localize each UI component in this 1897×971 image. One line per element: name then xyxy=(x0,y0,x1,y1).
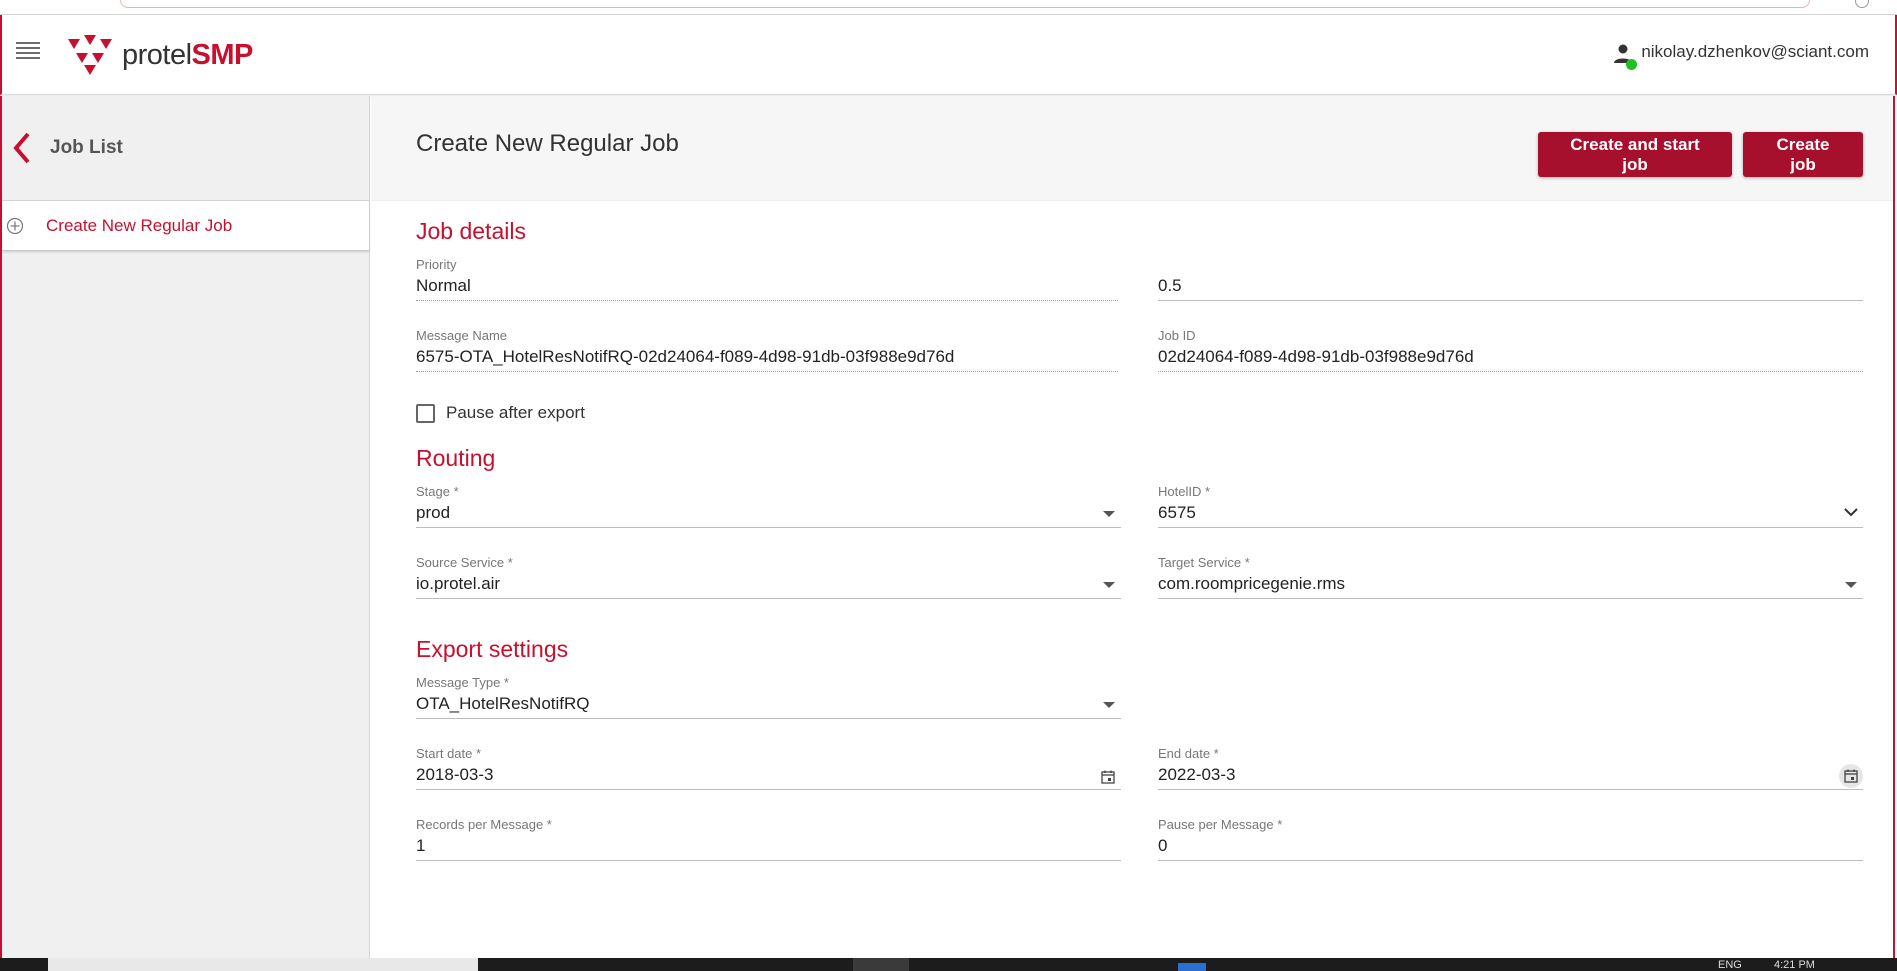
job-id-value: 02d24064-f089-4d98-91db-03f988e9d76d xyxy=(1158,344,1863,372)
priority-field[interactable]: Priority Normal xyxy=(416,257,1118,301)
pause-per-message-field[interactable]: Pause per Message * 0 xyxy=(1158,817,1863,861)
records-per-message-value: 1 xyxy=(416,833,1121,861)
stage-select[interactable]: Stage * prod xyxy=(416,484,1121,528)
chevron-left-icon xyxy=(13,132,30,164)
source-service-label: Source Service * xyxy=(416,555,513,570)
priority-label: Priority xyxy=(416,257,457,272)
taskbar-search[interactable] xyxy=(48,958,478,971)
records-per-message-label: Records per Message * xyxy=(416,817,552,832)
main-content: Create New Regular Job Create and start … xyxy=(371,96,1895,958)
hotel-id-value: 6575 xyxy=(1158,503,1196,522)
hotel-id-label: HotelID * xyxy=(1158,484,1211,499)
logo-text: protelSMP xyxy=(122,39,253,72)
stage-label: Stage * xyxy=(416,484,459,499)
end-date-value: 2022-03-3 xyxy=(1158,765,1236,784)
protel-logo-mark-icon xyxy=(68,35,112,75)
stage-value: prod xyxy=(416,503,451,522)
create-job-button[interactable]: Create job xyxy=(1743,132,1863,177)
export-settings-heading: Export settings xyxy=(416,636,569,662)
logo-text-bold: SMP xyxy=(191,38,254,71)
end-date-field[interactable]: End date * 2022-03-3 xyxy=(1158,746,1863,790)
records-per-message-field[interactable]: Records per Message * 1 xyxy=(416,817,1121,861)
end-date-label: End date * xyxy=(1158,746,1219,761)
message-type-select[interactable]: Message Type * OTA_HotelResNotifRQ xyxy=(416,675,1121,719)
chevron-down-icon[interactable] xyxy=(1843,506,1859,518)
protel-logo[interactable]: protelSMP xyxy=(66,33,253,77)
target-service-select[interactable]: Target Service * com.roompricegenie.rms xyxy=(1158,555,1863,599)
pause-after-export-checkbox[interactable] xyxy=(416,403,435,423)
app-header: protelSMP nikolay.dzhenkov@sciant.com xyxy=(0,15,1897,95)
sidebar-item-label: Create New Regular Job xyxy=(46,215,233,235)
sidebar-item-create-regular-job[interactable]: Create New Regular Job xyxy=(2,201,369,251)
job-id-field[interactable]: Job ID 02d24064-f089-4d98-91db-03f988e9d… xyxy=(1158,328,1863,372)
message-name-value: 6575-OTA_HotelResNotifRQ-02d24064-f089-4… xyxy=(416,344,1118,372)
source-service-value: io.protel.air xyxy=(416,574,501,593)
calendar-icon[interactable] xyxy=(1839,764,1863,788)
profile-icon[interactable] xyxy=(1855,0,1869,8)
logo-text-regular: protel xyxy=(122,38,192,71)
taskbar-app-icon[interactable] xyxy=(1178,963,1206,971)
job-id-label: Job ID xyxy=(1158,328,1196,343)
clock[interactable]: 4:21 PM xyxy=(1774,958,1815,971)
message-type-label: Message Type * xyxy=(416,675,509,690)
source-service-select[interactable]: Source Service * io.protel.air xyxy=(416,555,1121,599)
pause-per-message-value: 0 xyxy=(1158,833,1863,861)
online-status-indicator xyxy=(1626,59,1638,70)
priority-value: Normal xyxy=(416,273,1118,301)
job-details-heading: Job details xyxy=(416,218,526,244)
back-to-job-list[interactable]: Job List xyxy=(2,96,369,201)
start-date-value: 2018-03-3 xyxy=(416,765,494,784)
dropdown-arrow-icon xyxy=(1103,582,1115,588)
user-menu[interactable]: nikolay.dzhenkov@sciant.com xyxy=(1611,41,1869,70)
os-taskbar: ENG 4:21 PM xyxy=(0,958,1897,971)
hamburger-menu-icon[interactable] xyxy=(16,42,40,60)
calendar-icon[interactable] xyxy=(1101,770,1115,784)
start-date-field[interactable]: Start date * 2018-03-3 xyxy=(416,746,1121,790)
add-circle-icon xyxy=(6,217,24,234)
user-icon xyxy=(1611,41,1638,70)
priority-number-field[interactable]: 0.5 xyxy=(1158,257,1863,301)
target-service-label: Target Service * xyxy=(1158,555,1250,570)
dropdown-arrow-icon xyxy=(1103,511,1115,517)
user-email: nikolay.dzhenkov@sciant.com xyxy=(1641,42,1869,61)
routing-heading: Routing xyxy=(416,445,496,471)
page-title: Create New Regular Job xyxy=(416,130,679,157)
hotel-id-select[interactable]: HotelID * 6575 xyxy=(1158,484,1863,528)
page-header: Create New Regular Job Create and start … xyxy=(371,96,1893,201)
message-name-field[interactable]: Message Name 6575-OTA_HotelResNotifRQ-02… xyxy=(416,328,1118,372)
dropdown-arrow-icon xyxy=(1103,702,1115,708)
taskbar-active-app[interactable] xyxy=(853,958,909,971)
message-type-value: OTA_HotelResNotifRQ xyxy=(416,694,590,713)
address-bar[interactable] xyxy=(120,0,1810,8)
sidebar: Job List Create New Regular Job xyxy=(0,96,370,958)
start-date-label: Start date * xyxy=(416,746,482,761)
pause-after-export-label: Pause after export xyxy=(446,403,585,422)
back-label: Job List xyxy=(50,137,123,158)
target-service-value: com.roompricegenie.rms xyxy=(1158,574,1346,593)
create-and-start-job-button[interactable]: Create and start job xyxy=(1538,132,1732,177)
message-name-label: Message Name xyxy=(416,328,508,343)
pause-per-message-label: Pause per Message * xyxy=(1158,817,1283,832)
language-indicator[interactable]: ENG xyxy=(1718,958,1742,971)
pause-after-export-checkbox-row[interactable]: Pause after export xyxy=(416,403,585,423)
priority-number-value: 0.5 xyxy=(1158,273,1863,301)
browser-address-strip xyxy=(0,0,1897,15)
dropdown-arrow-icon xyxy=(1845,582,1857,588)
